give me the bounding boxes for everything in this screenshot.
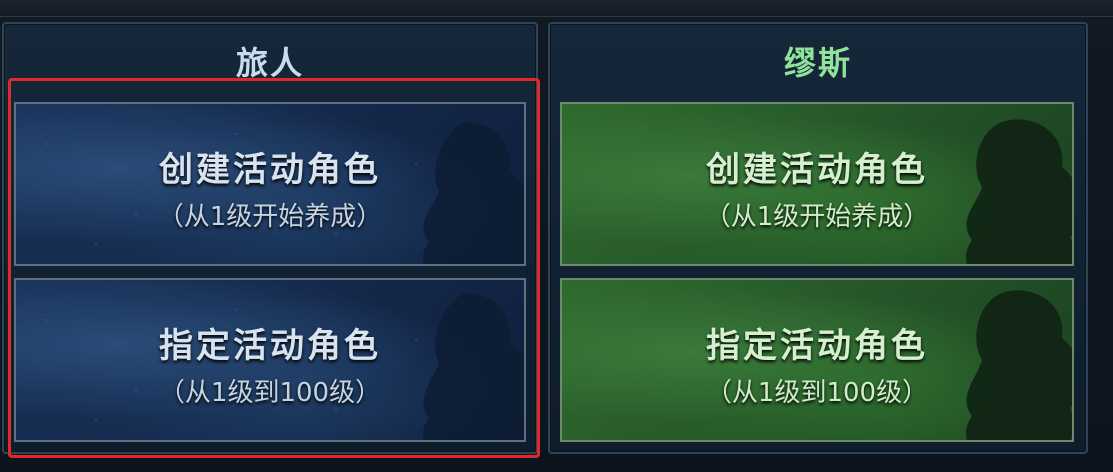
top-frame-bar xyxy=(0,0,1113,17)
button-main-label: 创建活动角色 xyxy=(706,150,928,190)
panel-traveler: 旅人 创建活动角色 （从1级开始养成） 指定活动角色 （从1级到100级） xyxy=(2,22,538,454)
muse-create-active-character-button[interactable]: 创建活动角色 （从1级开始养成） xyxy=(560,102,1074,266)
muse-assign-active-character-button[interactable]: 指定活动角色 （从1级到100级） xyxy=(560,278,1074,442)
traveler-assign-active-character-button[interactable]: 指定活动角色 （从1级到100级） xyxy=(14,278,526,442)
character-mode-dialog: 旅人 创建活动角色 （从1级开始养成） 指定活动角色 （从1级到100级） 缪斯 xyxy=(0,0,1113,472)
button-main-label: 创建活动角色 xyxy=(159,150,381,190)
traveler-create-active-character-button[interactable]: 创建活动角色 （从1级开始养成） xyxy=(14,102,526,266)
button-sub-label: （从1级开始养成） xyxy=(704,202,930,232)
panel-muse: 缪斯 创建活动角色 （从1级开始养成） 指定活动角色 （从1级到100级） xyxy=(548,22,1088,454)
button-sub-label: （从1级到100级） xyxy=(158,378,382,408)
panel-title-muse: 缪斯 xyxy=(783,44,852,82)
button-sub-label: （从1级到100级） xyxy=(705,378,929,408)
button-main-label: 指定活动角色 xyxy=(159,326,381,366)
button-sub-label: （从1级开始养成） xyxy=(157,202,383,232)
button-main-label: 指定活动角色 xyxy=(706,326,928,366)
panel-title-traveler: 旅人 xyxy=(235,44,304,82)
